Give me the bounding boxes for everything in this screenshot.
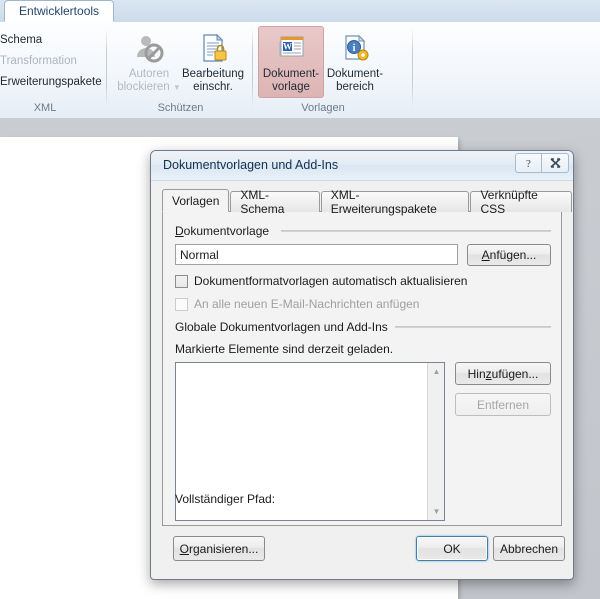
- ribbon-button-autoren-blockieren[interactable]: Autoren blockieren ▼: [116, 26, 182, 98]
- template-path-input[interactable]: Normal: [175, 244, 458, 265]
- ribbon-item-transformation-label: Transformation: [0, 55, 77, 67]
- add-button-label: Hinzufügen...: [467, 366, 539, 381]
- ribbon-item-erweiterungspakete[interactable]: Erweiterungspakete: [0, 76, 102, 88]
- block-author-icon: [133, 30, 165, 66]
- global-hint-text: Markierte Elemente sind derzeit geladen.: [175, 342, 394, 356]
- restrict-editing-icon: [197, 30, 229, 66]
- ribbon-group-divider: [106, 28, 107, 108]
- ribbon-button-dokumentbereich[interactable]: i Dokument- bereich: [322, 26, 388, 98]
- ribbon-button-bearbeitung-line1: Bearbeitung: [181, 68, 245, 80]
- tab-verknuepfte-css[interactable]: Verknüpfte CSS: [470, 188, 572, 216]
- close-glyph: [549, 158, 561, 168]
- app-root: Entwicklertools Schema Transformation Er…: [0, 0, 600, 599]
- ribbon: Entwicklertools Schema Transformation Er…: [0, 0, 600, 119]
- ribbon-button-dokumentbereich-line1: Dokument-: [326, 68, 384, 80]
- document-panel-icon: i: [339, 30, 371, 66]
- document-template-icon: W: [275, 30, 307, 66]
- ribbon-button-dokumentvorlage-line1: Dokument-: [262, 68, 320, 80]
- checkbox-row-attach-mail: An alle neuen E-Mail-Nachrichten anfügen: [175, 297, 419, 311]
- attach-button[interactable]: Anfügen...: [467, 244, 551, 266]
- checkbox-auto-update[interactable]: [175, 274, 188, 288]
- group-line-dokumentvorlage: [281, 230, 551, 232]
- checkbox-attach-mail-label: An alle neuen E-Mail-Nachrichten anfügen: [194, 297, 420, 311]
- listbox-scrollbar[interactable]: ▲ ▼: [427, 363, 444, 520]
- ribbon-group-xml-label: XML: [33, 102, 57, 114]
- ribbon-item-schema[interactable]: Schema: [0, 34, 42, 46]
- ribbon-item-schema-label: Schema: [0, 34, 43, 46]
- tab-entwicklertools-label: Entwicklertools: [19, 4, 100, 18]
- ribbon-button-autoren-line2: blockieren: [117, 81, 170, 93]
- attach-button-label: Anfügen...: [481, 248, 537, 262]
- scroll-down-icon[interactable]: ▼: [428, 503, 445, 520]
- ribbon-button-dokumentvorlage-line2: vorlage: [272, 81, 310, 93]
- ribbon-button-bearbeitung-line2: einschr.: [193, 81, 233, 93]
- tab-xml-erweiterungspakete-label: XML-Erweiterungspakete: [330, 188, 437, 216]
- tab-verknuepfte-css-label: Verknüpfte CSS: [480, 188, 538, 216]
- ribbon-item-transformation: Transformation: [0, 55, 77, 67]
- dialog-title: Dokumentvorlagen und Add-Ins: [163, 158, 339, 172]
- checkbox-attach-mail: [175, 297, 188, 311]
- tab-vorlagen-label: Vorlagen: [172, 193, 220, 208]
- ribbon-button-dokumentvorlage[interactable]: W Dokument- vorlage: [258, 26, 324, 98]
- tab-vorlagen[interactable]: Vorlagen: [162, 189, 230, 212]
- tabpanel-vorlagen: Dokumentvorlage Normal Anfügen... Dokume…: [162, 211, 562, 526]
- ribbon-group-vorlagen: W Dokument- vorlage i Dokument- bereich …: [253, 22, 413, 117]
- remove-button-label: Entfernen: [476, 397, 530, 412]
- organize-button-label: Organisieren...: [179, 541, 259, 556]
- close-icon[interactable]: [542, 153, 569, 173]
- organize-button[interactable]: Organisieren...: [173, 536, 265, 561]
- ribbon-body: Schema Transformation Erweiterungspakete…: [0, 22, 600, 119]
- add-button[interactable]: Hinzufügen...: [455, 362, 551, 385]
- remove-button: Entfernen: [455, 393, 551, 416]
- help-glyph: ?: [526, 158, 531, 169]
- ribbon-button-bearbeitung-einschraenken[interactable]: Bearbeitung einschr.: [180, 26, 246, 98]
- ribbon-group-divider-3: [412, 28, 413, 108]
- ribbon-group-schuetzen: Autoren blockieren ▼ Bearbeitung einschr…: [108, 22, 253, 117]
- cancel-button-label: Abbrechen: [499, 541, 559, 556]
- svg-text:?: ?: [526, 158, 531, 169]
- svg-text:W: W: [283, 42, 292, 52]
- scroll-up-icon[interactable]: ▲: [428, 363, 445, 380]
- ribbon-group-vorlagen-label: Vorlagen: [301, 102, 345, 114]
- ribbon-button-dokumentbereich-line2: bereich: [336, 81, 374, 93]
- cancel-button[interactable]: Abbrechen: [493, 536, 565, 561]
- ribbon-item-erweiterungspakete-label: Erweiterungspakete: [0, 76, 102, 88]
- checkbox-auto-update-label: Dokumentformatvorlagen automatisch aktua…: [194, 274, 468, 288]
- dialog-titlebar-buttons: ?: [515, 153, 569, 173]
- ribbon-group-schuetzen-label: Schützen: [157, 102, 204, 114]
- dialog-titlebar: Dokumentvorlagen und Add-Ins ?: [151, 151, 573, 181]
- group-title-dokumentvorlage: Dokumentvorlage: [175, 224, 276, 238]
- ribbon-group-xml: Schema Transformation Erweiterungspakete…: [0, 22, 108, 117]
- full-path-label: Vollständiger Pfad:: [175, 492, 276, 506]
- tab-xml-erweiterungspakete[interactable]: XML-Erweiterungspakete: [320, 188, 470, 216]
- svg-text:i: i: [353, 43, 356, 54]
- tab-entwicklertools[interactable]: Entwicklertools: [4, 0, 115, 22]
- ok-button-label: OK: [443, 541, 461, 556]
- tab-xml-schema-label: XML-Schema: [240, 188, 285, 216]
- help-icon[interactable]: ?: [515, 153, 542, 173]
- checkbox-row-auto-update[interactable]: Dokumentformatvorlagen automatisch aktua…: [175, 274, 467, 288]
- tab-xml-schema[interactable]: XML-Schema: [230, 188, 320, 216]
- group-line-global: [395, 326, 551, 328]
- template-path-value: Normal: [180, 248, 219, 262]
- dialog-tabs: Vorlagen XML-Schema XML-Erweiterungspake…: [162, 188, 573, 216]
- ribbon-button-autoren-line1: Autoren: [128, 68, 170, 80]
- group-title-global: Globale Dokumentvorlagen und Add-Ins: [175, 320, 394, 334]
- ribbon-tabstrip: Entwicklertools: [0, 0, 600, 23]
- dialog-dokumentvorlagen-und-addins: Dokumentvorlagen und Add-Ins ? Vorlagen …: [150, 150, 574, 580]
- ok-button[interactable]: OK: [416, 536, 488, 561]
